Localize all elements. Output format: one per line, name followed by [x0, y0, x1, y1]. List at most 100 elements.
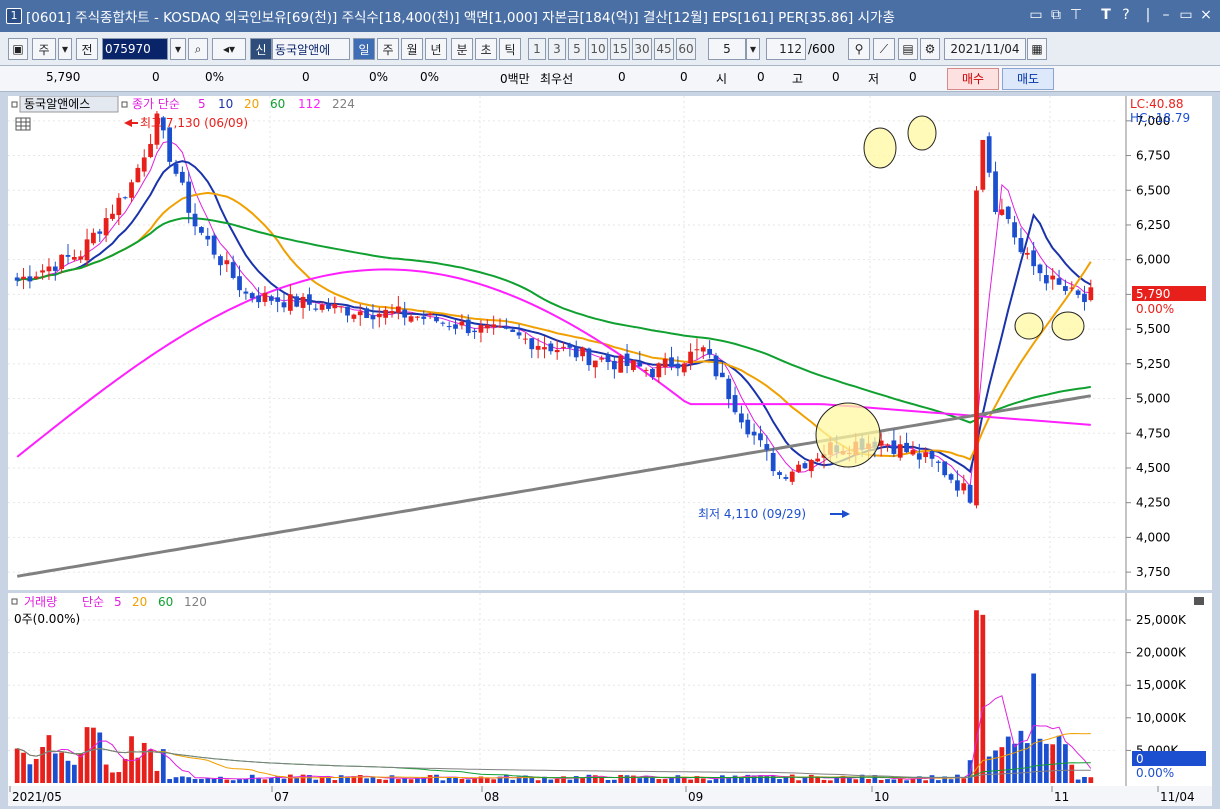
stock-name-field[interactable]: 동국알앤에: [272, 38, 350, 60]
candle-body: [1043, 275, 1049, 284]
interval-5[interactable]: 5: [568, 38, 586, 60]
candle-body: [122, 197, 128, 199]
volume-bar: [1005, 736, 1011, 783]
price-chart[interactable]: 7,0006,7506,5006,2506,0005,7505,5005,250…: [8, 95, 1212, 590]
candle-body: [681, 363, 687, 373]
maximize-icon[interactable]: ▭: [1178, 7, 1194, 23]
ma-60-label: 60: [270, 97, 285, 111]
count-input[interactable]: 112: [766, 38, 806, 60]
period-tick[interactable]: 틱: [499, 38, 521, 60]
candle-body: [52, 266, 58, 271]
candle-body: [14, 277, 20, 281]
pin-icon[interactable]: ⊤: [1068, 7, 1084, 23]
candle-body: [192, 213, 198, 227]
vol-ma-20-label: 20: [132, 595, 147, 609]
copy-icon[interactable]: ⧉: [1048, 7, 1064, 23]
candle-body: [529, 338, 535, 350]
help-icon[interactable]: ?: [1118, 7, 1134, 23]
candle-body: [948, 474, 954, 480]
volume-bar: [955, 774, 960, 783]
volume-bar: [141, 742, 147, 783]
save-icon[interactable]: ▤: [898, 38, 918, 60]
volume-current-pct: 0.00%: [1136, 766, 1174, 780]
volume-bar: [33, 758, 39, 783]
candle-body: [103, 218, 109, 236]
code-input[interactable]: 075970: [102, 38, 168, 60]
price-chart-panel[interactable]: 7,0006,7506,5006,2506,0005,7505,5005,250…: [8, 95, 1212, 590]
period-second[interactable]: 초: [475, 38, 497, 60]
price-value: 5,790: [46, 70, 81, 84]
interval-10[interactable]: 10: [588, 38, 608, 60]
volume-bar: [129, 736, 134, 783]
period-day[interactable]: 일: [353, 38, 375, 60]
calendar-icon[interactable]: ▦: [1027, 38, 1047, 60]
volume-bar: [580, 777, 585, 783]
interval-dropdown-icon[interactable]: ▾: [746, 38, 760, 60]
binoculars-icon[interactable]: ⚲: [848, 38, 870, 60]
volume-bar: [1088, 777, 1094, 783]
candle-body: [910, 450, 916, 455]
count-total: /600: [808, 42, 835, 56]
candle-body: [567, 344, 573, 348]
volume-chart[interactable]: 25,000K20,000K15,000K10,000K5,000K 거래량 단…: [8, 593, 1212, 786]
draw-tool-icon[interactable]: ⟋: [873, 38, 895, 60]
candle-body: [421, 316, 427, 319]
close-icon[interactable]: ×: [1198, 7, 1214, 23]
candle-body: [999, 209, 1005, 215]
period-minute[interactable]: 분: [451, 38, 473, 60]
legend-box-icon: [11, 101, 18, 108]
volume-current-text: 0: [1136, 752, 1144, 766]
volume-bar: [688, 779, 693, 783]
panel-menu-icon[interactable]: [1194, 597, 1204, 605]
interval-input[interactable]: 5: [708, 38, 746, 60]
volume-bar: [383, 779, 389, 783]
interval-3[interactable]: 3: [548, 38, 566, 60]
volume-bar: [783, 777, 789, 783]
interval-45[interactable]: 45: [654, 38, 674, 60]
volume-chart-panel[interactable]: 25,000K 20,000K 15,000K 10,000K 5,000K 거래량 단…: [8, 593, 1212, 786]
candle-body: [199, 227, 204, 233]
stock-label: 동국알앤에스: [24, 97, 90, 111]
font-icon[interactable]: T: [1098, 7, 1114, 23]
type-select[interactable]: 주: [32, 38, 56, 60]
volume-bar: [935, 780, 941, 783]
interval-60[interactable]: 60: [676, 38, 696, 60]
speaker-icon[interactable]: ◂▾: [212, 38, 246, 60]
date-input[interactable]: 2021/11/04: [944, 38, 1026, 60]
candle-body: [561, 346, 566, 348]
table-icon[interactable]: [15, 117, 31, 131]
prev-button[interactable]: 전: [76, 38, 98, 60]
layout-icon[interactable]: ▭: [1028, 7, 1044, 23]
candle-body: [675, 363, 681, 369]
candle-body: [618, 355, 624, 373]
candle-body: [1024, 252, 1030, 255]
layout-toggle-icon[interactable]: ▣: [8, 38, 28, 60]
interval-1[interactable]: 1: [528, 38, 546, 60]
search-icon[interactable]: ⌕: [188, 38, 208, 60]
gear-icon[interactable]: ⚙: [920, 38, 940, 60]
volume-bar: [84, 727, 90, 783]
candle-body: [1075, 290, 1081, 295]
buy-button[interactable]: 매수: [947, 68, 999, 90]
interval-15[interactable]: 15: [610, 38, 630, 60]
sell-button[interactable]: 매도: [1002, 68, 1054, 90]
amount-value: 0백만: [500, 72, 530, 86]
period-month[interactable]: 월: [401, 38, 423, 60]
ma-20-label: 20: [244, 97, 259, 111]
volume-bar: [179, 776, 185, 783]
candle-body: [237, 276, 242, 291]
highlight-circle: [1051, 311, 1085, 341]
code-dropdown-icon[interactable]: ▾: [170, 38, 186, 60]
interval-30[interactable]: 30: [632, 38, 652, 60]
candle-body: [497, 326, 503, 328]
candle-body: [370, 315, 376, 320]
volume-bar: [885, 779, 890, 783]
volume-bar: [974, 610, 979, 783]
period-week[interactable]: 주: [377, 38, 399, 60]
candle-body: [739, 413, 744, 423]
chevron-down-icon[interactable]: ▾: [58, 38, 72, 60]
minimize-icon[interactable]: –: [1158, 7, 1174, 23]
period-year[interactable]: 년: [425, 38, 447, 60]
volume-bar: [656, 779, 662, 783]
candle-body: [1050, 275, 1056, 280]
